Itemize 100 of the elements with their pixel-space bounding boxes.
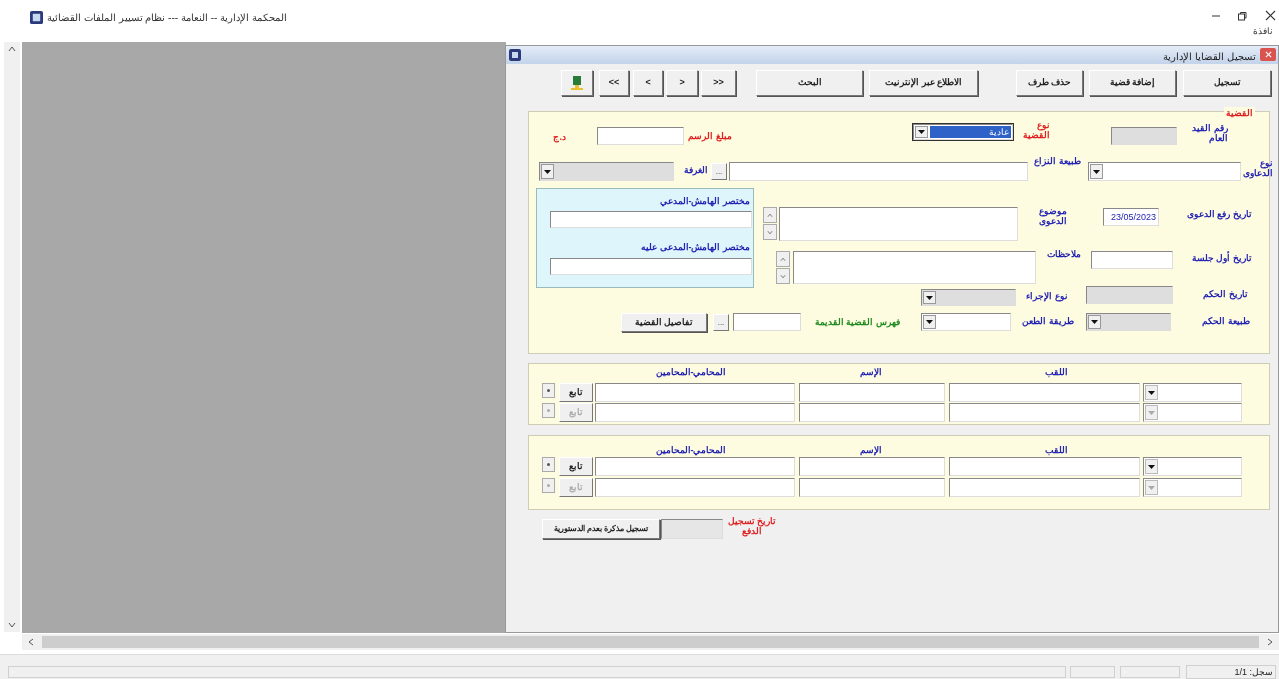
toolbar-button[interactable]: تسجيل	[1183, 70, 1271, 96]
field-label: مبلغ الرسم	[687, 131, 732, 141]
input-field[interactable]	[949, 383, 1140, 402]
dropdown-arrow-icon	[926, 320, 933, 324]
input-field[interactable]: 23/05/2023	[1103, 208, 1159, 226]
input-field[interactable]	[949, 478, 1140, 497]
text-area[interactable]	[779, 207, 1018, 241]
text-area[interactable]	[793, 251, 1036, 284]
column-header: اللقب	[1043, 444, 1069, 457]
next-button[interactable]: تابع	[559, 383, 593, 402]
toolbar-button[interactable]: إضافة قضية	[1089, 70, 1176, 96]
vertical-scrollbar[interactable]	[4, 42, 20, 632]
dropdown-button[interactable]	[1145, 385, 1158, 400]
field-label: نوع الدعاوى	[1243, 158, 1273, 178]
arrow-down-icon	[780, 273, 786, 279]
input-field[interactable]	[949, 457, 1140, 476]
dropdown-button[interactable]	[1145, 459, 1158, 474]
constitutionality-button[interactable]: تسجيل مذكرة بعدم الدستورية	[542, 519, 660, 539]
input-field[interactable]	[550, 258, 752, 275]
dot-icon	[547, 409, 550, 412]
input-field[interactable]	[595, 403, 795, 422]
unit-label: د.ج	[552, 131, 566, 145]
input-field[interactable]	[729, 162, 1028, 181]
dropdown-arrow-icon	[544, 169, 551, 174]
scrollbar-thumb[interactable]	[42, 636, 1259, 648]
input-field[interactable]	[595, 457, 795, 476]
menu-item[interactable]: نافذة	[1253, 25, 1273, 39]
arrow-down-icon	[767, 229, 773, 235]
field-label: رقم القيد العام	[1191, 123, 1228, 143]
arrow-up-icon	[780, 256, 786, 262]
dot-icon	[547, 389, 550, 392]
next-button[interactable]: تابع	[559, 457, 593, 476]
field-label: تاريخ أول جلسة	[1191, 253, 1252, 263]
dot-icon	[547, 463, 550, 466]
dropdown-arrow-icon	[1148, 410, 1155, 415]
small-button[interactable]	[542, 457, 555, 472]
toolbar-button[interactable]: >>	[599, 70, 629, 96]
input-field[interactable]	[597, 127, 684, 145]
input-field[interactable]	[595, 383, 795, 402]
field-label: فهرس القضية القديمة	[814, 317, 900, 327]
dropdown-arrow-icon	[1148, 390, 1155, 395]
toolbar-button[interactable]: حذف طرف	[1016, 70, 1083, 96]
dropdown-arrow-icon	[926, 295, 933, 300]
browse-button[interactable]: ...	[713, 314, 729, 331]
input-field[interactable]	[661, 519, 723, 539]
dot-icon	[547, 484, 550, 487]
input-field[interactable]	[550, 211, 752, 228]
restore-icon[interactable]	[1237, 11, 1247, 21]
horizontal-scrollbar[interactable]	[22, 634, 1279, 650]
input-field[interactable]	[799, 403, 945, 422]
app-icon	[30, 11, 43, 24]
toolbar-button[interactable]: >	[633, 70, 663, 96]
spin-down-button[interactable]	[776, 268, 790, 284]
field-label: نوع القضية	[1022, 120, 1050, 140]
dropdown-button[interactable]	[915, 126, 928, 138]
app-icon	[509, 49, 521, 61]
field-label: تاريخ الحكم	[1202, 289, 1248, 299]
input-field[interactable]	[799, 383, 945, 402]
field-label: موضوع الدعوى	[1038, 206, 1067, 226]
scroll-down-icon[interactable]	[8, 622, 16, 628]
close-button[interactable]	[1260, 48, 1276, 61]
arrow-up-icon	[767, 212, 773, 218]
combo-box[interactable]: عادية	[913, 124, 1013, 140]
field-label: طبيعة الحكم	[1201, 316, 1250, 326]
field-label: مختصر الهامش-المدعي	[659, 195, 750, 209]
window-title: المحكمة الإدارية -- النعامة --- نظام تسيير الملفات القضائية	[47, 11, 287, 25]
field-label: طريقة الطعن	[1021, 316, 1074, 326]
input-field[interactable]	[799, 478, 945, 497]
column-header: المحامي-المحامين	[654, 366, 728, 380]
dropdown-button[interactable]	[1090, 164, 1103, 179]
details-button[interactable]: تفاصيل القضية	[621, 313, 707, 332]
dropdown-button[interactable]	[923, 315, 936, 329]
small-button[interactable]	[542, 383, 555, 398]
scroll-right-icon[interactable]	[1267, 638, 1273, 646]
input-field[interactable]	[595, 478, 795, 497]
scroll-left-icon[interactable]	[28, 638, 34, 646]
spin-down-button[interactable]	[763, 224, 777, 240]
field-label: تاريخ رفع الدعوى	[1186, 209, 1252, 219]
field-label: مختصر الهامش-المدعى عليه	[641, 241, 750, 255]
panel-legend: القضية	[1224, 107, 1255, 121]
spin-up-button[interactable]	[776, 251, 790, 267]
toolbar-button[interactable]: الاطلاع عبر الإنترنيت	[869, 70, 978, 96]
field-label: تاريخ تسجيل الدفع	[726, 516, 778, 536]
browse-button[interactable]: ...	[711, 163, 727, 180]
toolbar-button[interactable]: <	[666, 70, 698, 96]
toolbar-button[interactable]: البحث	[756, 70, 863, 96]
toolbar-button[interactable]: <<	[701, 70, 736, 96]
field-label: نوع الإجراء	[1025, 291, 1068, 301]
column-header: المحامي-المحامين	[654, 444, 728, 458]
close-icon[interactable]	[1265, 10, 1276, 21]
status-pane	[1070, 666, 1115, 678]
scroll-up-icon[interactable]	[8, 46, 16, 52]
dropdown-arrow-icon	[1093, 169, 1100, 174]
column-header: الإسم	[859, 366, 883, 380]
input-field[interactable]	[949, 403, 1140, 422]
input-field[interactable]	[1091, 251, 1173, 269]
input-field[interactable]	[799, 457, 945, 476]
spin-up-button[interactable]	[763, 207, 777, 223]
input-field[interactable]	[733, 313, 801, 331]
field-label: الغرفة	[683, 165, 708, 175]
